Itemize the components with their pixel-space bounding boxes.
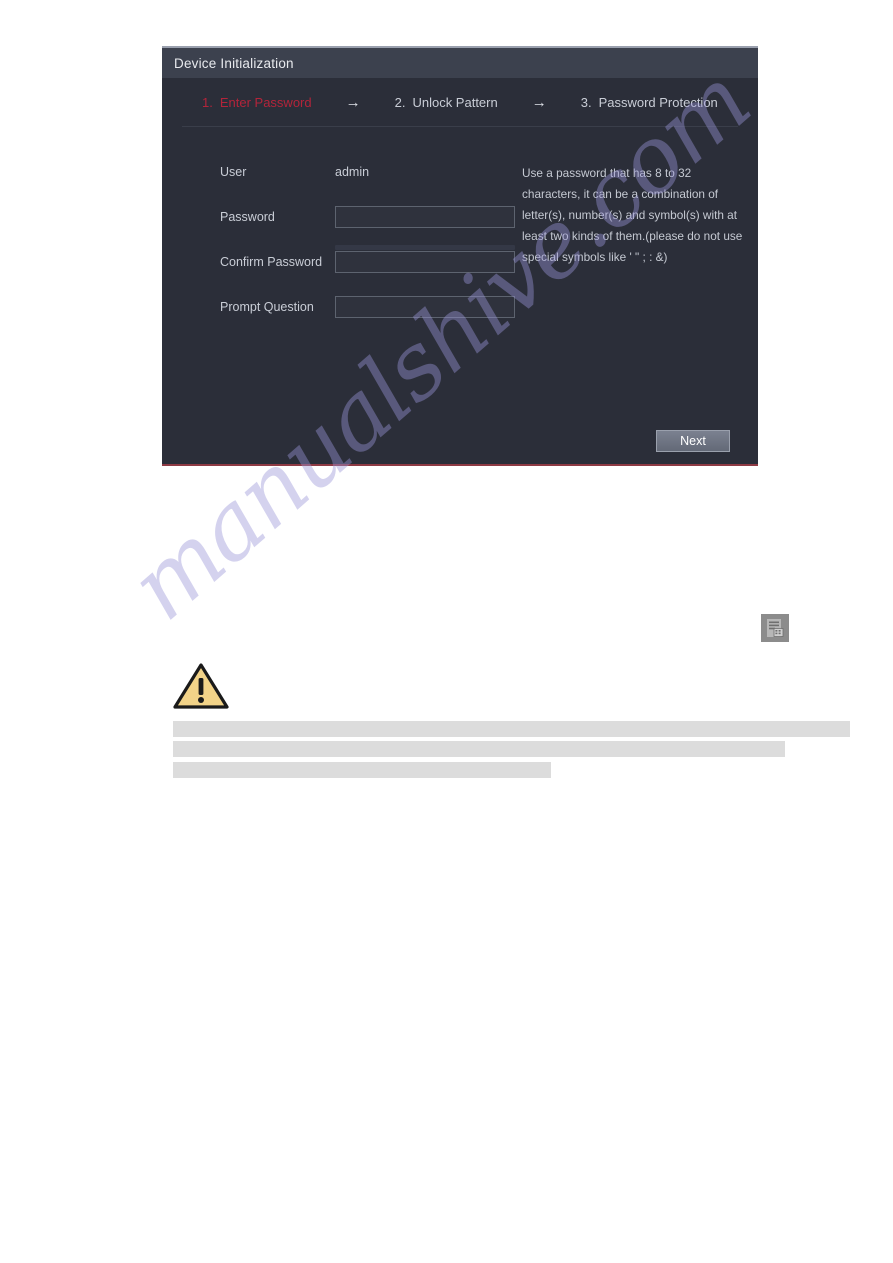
redacted-text-bar	[173, 762, 551, 778]
password-label: Password	[220, 210, 275, 224]
prompt-question-input[interactable]	[335, 296, 515, 318]
password-help-text: Use a password that has 8 to 32 characte…	[522, 166, 743, 264]
step-password-protection[interactable]: 3. Password Protection	[581, 95, 718, 110]
password-help-column: Use a password that has 8 to 32 characte…	[522, 159, 758, 339]
step-arrow-icon: →	[345, 93, 361, 111]
warning-triangle-icon	[173, 662, 229, 710]
confirm-password-input[interactable]	[335, 251, 515, 273]
password-input[interactable]	[335, 206, 515, 228]
step-unlock-pattern[interactable]: 2. Unlock Pattern	[395, 95, 498, 110]
step-number: 2.	[394, 94, 406, 110]
redacted-text-bar	[173, 721, 850, 737]
step-number: 3.	[580, 94, 592, 110]
step-label: Unlock Pattern	[412, 94, 498, 110]
user-value: admin	[335, 165, 370, 179]
prompt-question-row: Prompt Question	[220, 294, 522, 320]
device-initialization-dialog: Device Initialization 1. Enter Password …	[162, 46, 758, 466]
password-form: User admin Password Confirm Password Pro…	[162, 127, 758, 339]
step-number: 1.	[202, 94, 213, 110]
step-indicator: 1. Enter Password → 2. Unlock Pattern → …	[162, 78, 758, 126]
device-config-icon	[761, 614, 789, 642]
confirm-password-label: Confirm Password	[220, 255, 323, 269]
next-button[interactable]: Next	[656, 430, 730, 452]
dialog-footer: Next	[162, 430, 758, 452]
user-row: User admin	[220, 159, 522, 185]
password-row: Password	[220, 204, 522, 230]
dialog-title: Device Initialization	[174, 55, 294, 71]
step-label: Enter Password	[219, 94, 312, 110]
step-arrow-icon: →	[531, 93, 547, 111]
step-label: Password Protection	[598, 94, 718, 110]
confirm-password-row: Confirm Password	[220, 249, 522, 275]
user-label: User	[220, 165, 247, 179]
dialog-title-bar: Device Initialization	[162, 48, 758, 78]
prompt-question-label: Prompt Question	[220, 300, 314, 314]
redacted-text-bar	[173, 741, 785, 757]
step-enter-password[interactable]: 1. Enter Password	[202, 95, 312, 110]
password-strength-bar	[335, 245, 515, 250]
